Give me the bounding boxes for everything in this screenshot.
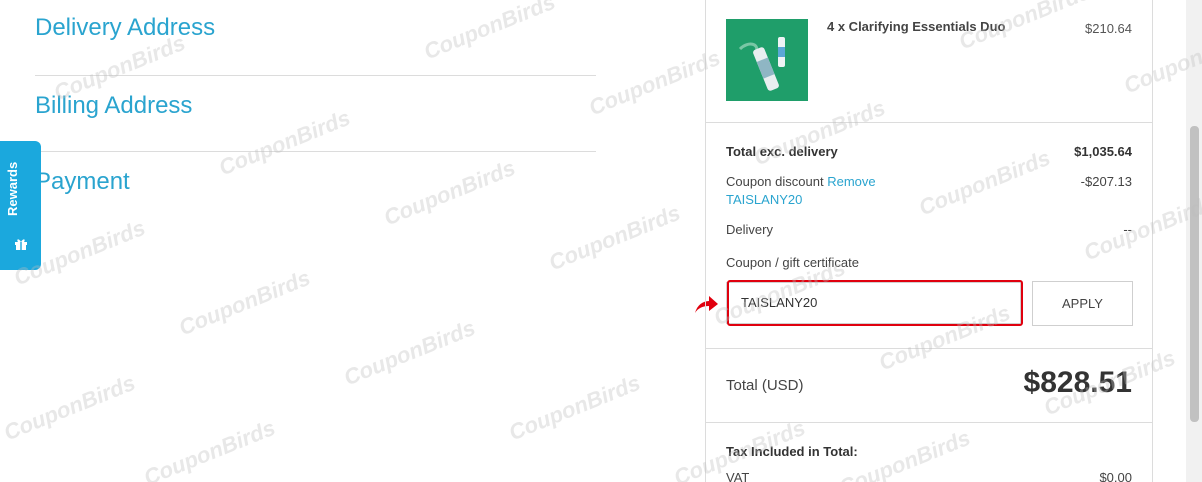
coupon-code: TAISLANY20 [726,192,803,207]
product-name: 4 x Clarifying Essentials Duo [827,19,1006,34]
watermark: CouponBirds [0,369,139,446]
total-exc-delivery-label: Total exc. delivery [726,144,838,159]
tax-included-label: Tax Included in Total: [726,444,858,459]
divider [706,422,1152,423]
scrollbar[interactable] [1186,0,1202,482]
coupon-discount-row: Coupon discount Remove [726,174,876,189]
scrollbar-thumb[interactable] [1190,126,1199,422]
checkout-steps: Delivery Address Billing Address Payment [35,0,596,228]
watermark: CouponBirds [140,414,279,482]
gift-icon [15,239,27,250]
total-label: Total (USD) [726,377,804,394]
rewards-tab[interactable]: Rewards [0,141,41,270]
gift-certificate-label: Coupon / gift certificate [726,255,859,270]
payment-section[interactable]: Payment [35,152,596,228]
coupon-remove-link[interactable]: Remove [827,174,875,189]
delivery-value: -- [1123,222,1132,237]
divider [706,122,1152,123]
coupon-discount-label: Coupon discount [726,174,824,189]
delivery-label: Delivery [726,222,773,237]
watermark: CouponBirds [505,369,644,446]
rewards-label: Rewards [5,161,20,216]
billing-address-title[interactable]: Billing Address [35,92,192,120]
product-image [726,19,808,101]
delivery-address-title[interactable]: Delivery Address [35,14,215,42]
highlight-box [727,280,1023,326]
apply-button[interactable]: APPLY [1032,281,1133,326]
billing-address-section[interactable]: Billing Address [35,76,596,152]
product-price: $210.64 [1085,21,1132,36]
coupon-discount-value: -$207.13 [1080,174,1132,189]
order-summary: 4 x Clarifying Essentials Duo $210.64 To… [705,0,1153,482]
watermark: CouponBirds [175,264,314,341]
total-exc-delivery-value: $1,035.64 [1074,144,1132,159]
payment-title[interactable]: Payment [35,168,130,196]
delivery-address-section[interactable]: Delivery Address [35,0,596,76]
vat-value: $0.00 [1099,470,1132,482]
divider [706,348,1152,349]
watermark: CouponBirds [340,314,479,391]
watermark: CouponBirds [585,44,724,121]
vat-label: VAT [726,470,750,482]
total-value: $828.51 [1023,366,1132,399]
